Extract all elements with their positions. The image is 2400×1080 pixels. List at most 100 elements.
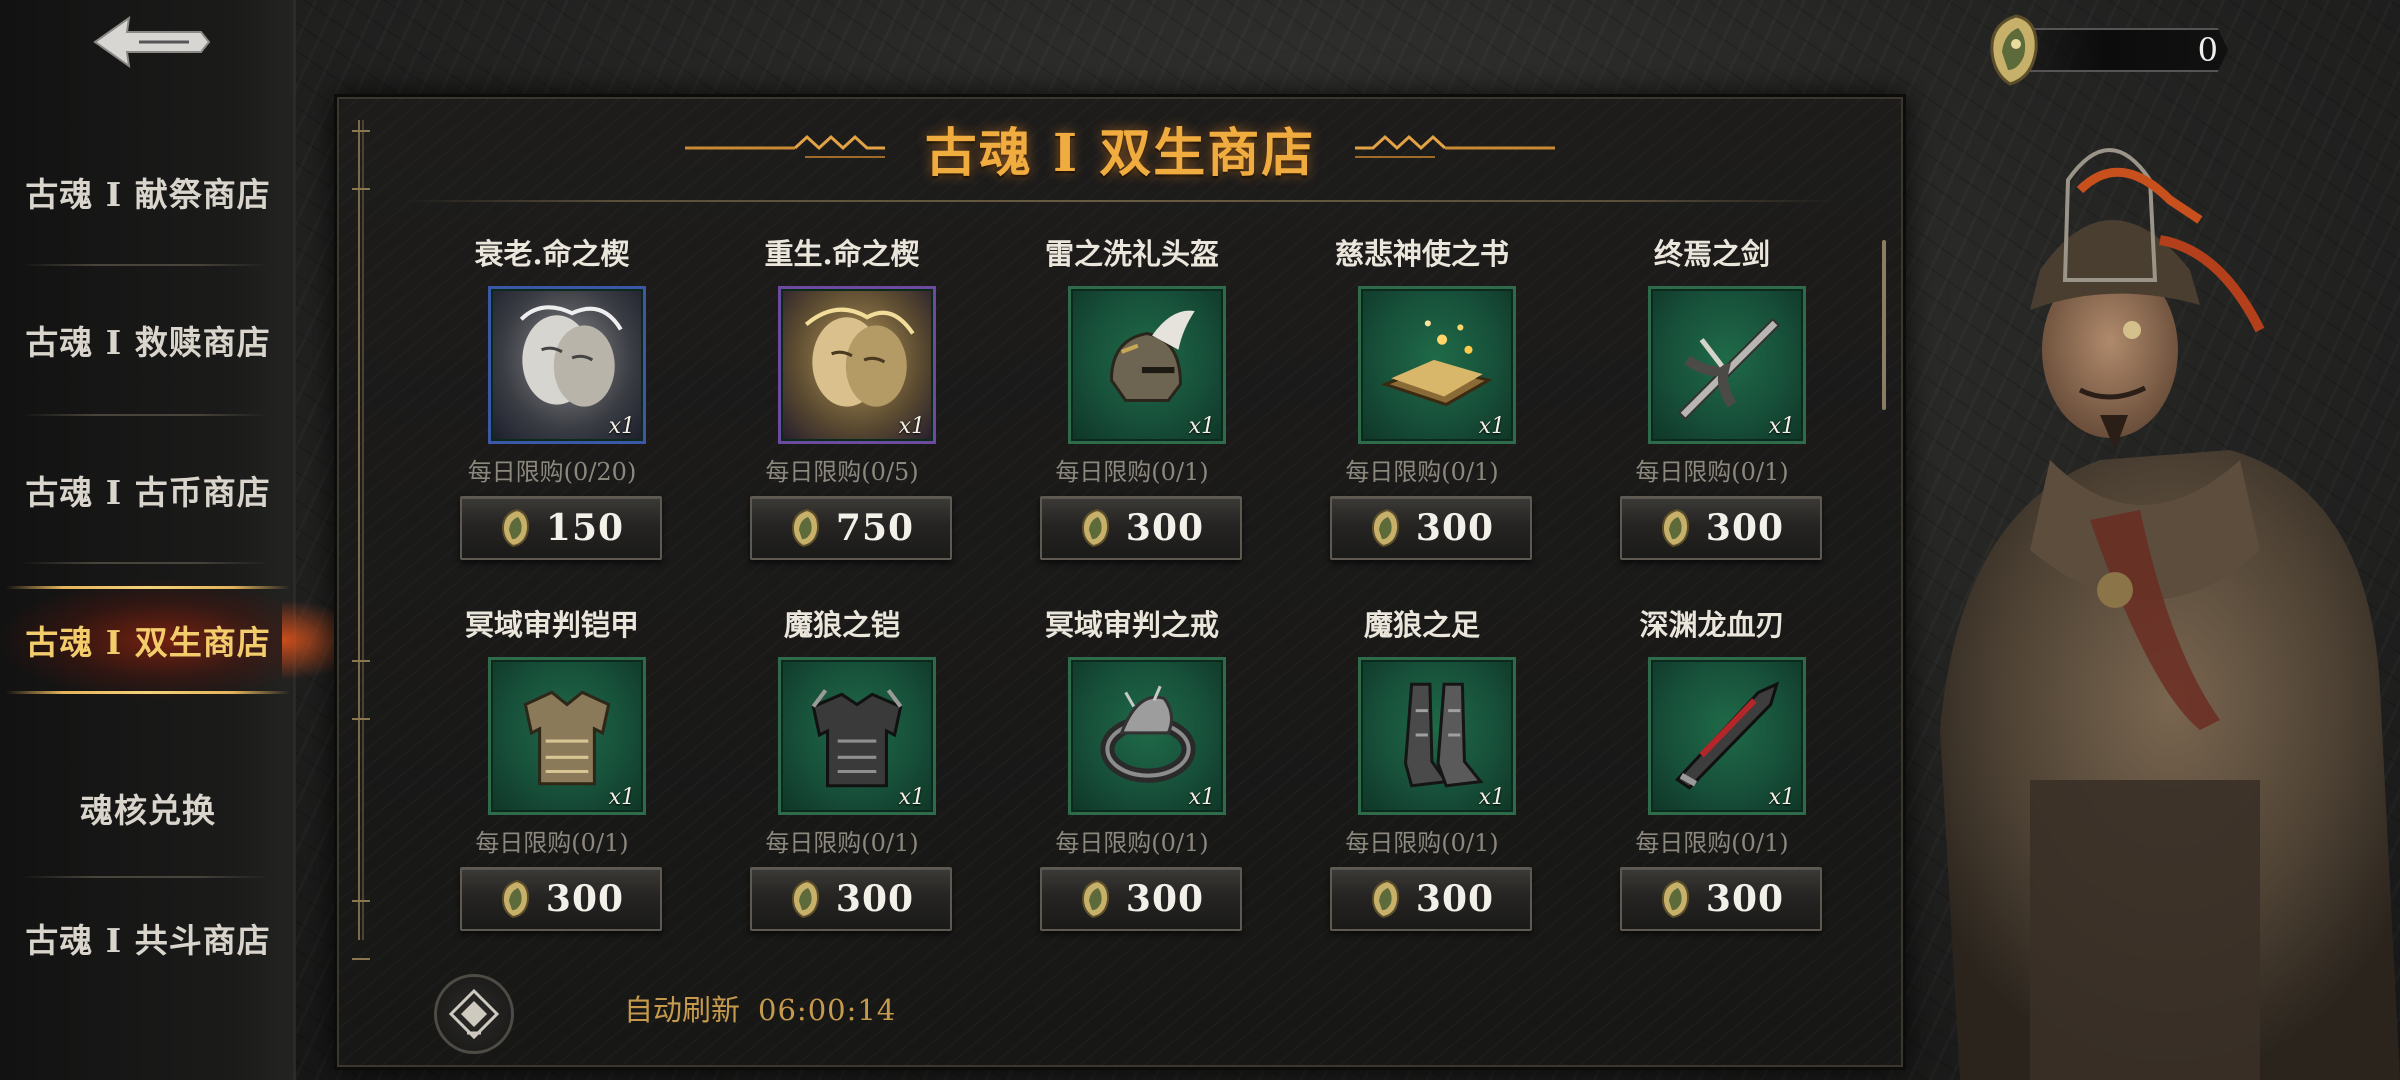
item-icon-frame[interactable]: x1 (778, 286, 936, 444)
ring-icon (1100, 685, 1196, 783)
item-price: 750 (835, 507, 915, 549)
buy-button[interactable]: 300 (1330, 496, 1532, 560)
item-icon-frame[interactable]: x1 (1648, 286, 1806, 444)
greaves-icon (1403, 682, 1484, 788)
blade-icon (1674, 681, 1780, 790)
soul-coin-icon (791, 879, 819, 919)
buy-button[interactable]: 300 (750, 867, 952, 931)
buy-button[interactable]: 750 (750, 496, 952, 560)
item-price: 300 (1415, 878, 1495, 920)
item-quantity: x1 (608, 785, 635, 810)
panel-rail (358, 120, 364, 940)
rail-ornament (352, 130, 370, 190)
nav-item-label: 魂核兑换 (80, 791, 216, 830)
nav-item-redemption-shop[interactable]: 古魂 I 救赎商店 (0, 280, 296, 400)
item-quantity: x1 (898, 414, 925, 439)
title-ornament-left (684, 134, 885, 158)
reborn-wedge-icon (804, 307, 915, 407)
nav-item-sacrifice-shop[interactable]: 古魂 I 献祭商店 (0, 132, 296, 252)
shop-item[interactable]: 魔狼之铠 x1 每日限购(0/1) 300 (722, 603, 962, 963)
core-exchange-button[interactable] (434, 974, 514, 1054)
item-name: 雷之洗礼头盔 (1044, 237, 1219, 271)
item-icon-frame[interactable]: x1 (1358, 286, 1516, 444)
buy-button[interactable]: 150 (460, 496, 662, 560)
item-icon-frame[interactable]: x1 (488, 286, 646, 444)
divider (20, 562, 270, 564)
sword-icon (1677, 317, 1781, 421)
item-name: 冥域审判铠甲 (464, 608, 639, 642)
item-price: 300 (545, 878, 625, 920)
currency-value: 0 (2197, 31, 2218, 69)
shop-item[interactable]: 雷之洗礼头盔 x1 每日限购(0/1) 300 (1012, 232, 1252, 592)
nav-item-label: 古魂 I 共斗商店 (25, 921, 271, 960)
item-list-scrollbar[interactable] (1882, 240, 1886, 410)
nav-item-label: 古魂 I 双生商店 (25, 623, 271, 662)
title-divider (400, 200, 1840, 202)
armor-icon (523, 690, 611, 786)
item-quantity: x1 (1188, 785, 1215, 810)
divider (20, 414, 270, 416)
item-icon-frame[interactable]: x1 (1648, 657, 1806, 815)
item-icon-frame[interactable]: x1 (1068, 657, 1226, 815)
item-icon-frame[interactable]: x1 (778, 657, 936, 815)
shop-item[interactable]: 深渊龙血刃 x1 每日限购(0/1) 300 (1592, 603, 1832, 963)
soul-coin-icon (501, 508, 529, 548)
item-icon-frame[interactable]: x1 (488, 657, 646, 815)
purchase-limit: 每日限购(0/1) (1345, 458, 1499, 486)
item-price: 300 (1705, 878, 1785, 920)
nav-item-label: 古魂 I 救赎商店 (25, 323, 271, 362)
shop-item[interactable]: 冥域审判铠甲 x1 每日限购(0/1) 300 (432, 603, 672, 963)
shop-item[interactable]: 冥域审判之戒 x1 每日限购(0/1) 300 (1012, 603, 1252, 963)
soul-coin-icon (1371, 879, 1399, 919)
purchase-limit: 每日限购(0/1) (1345, 829, 1499, 857)
shop-sidebar: 古魂 I 献祭商店 古魂 I 救赎商店 古魂 I 古币商店 古魂 I 双生商店 … (0, 0, 296, 1080)
back-button[interactable] (86, 10, 216, 74)
buy-button[interactable]: 300 (1040, 867, 1242, 931)
shop-item[interactable]: 重生.命之楔 x1 每日限购(0/5) 750 (722, 232, 962, 592)
divider (20, 264, 270, 266)
shop-title: 古魂 I 双生商店 (924, 122, 1316, 184)
back-arrow-icon (93, 15, 211, 69)
nav-item-coin-shop[interactable]: 古魂 I 古币商店 (0, 430, 296, 550)
nav-item-coop-shop[interactable]: 古魂 I 共斗商店 (0, 878, 296, 998)
item-quantity: x1 (608, 414, 635, 439)
buy-button[interactable]: 300 (1040, 496, 1242, 560)
rail-ornament (352, 900, 370, 960)
buy-button[interactable]: 300 (1620, 496, 1822, 560)
purchase-limit: 每日限购(0/1) (1635, 829, 1789, 857)
buy-button[interactable]: 300 (460, 867, 662, 931)
diamond-icon (448, 988, 500, 1040)
buy-button[interactable]: 300 (1620, 867, 1822, 931)
buy-button[interactable]: 300 (1330, 867, 1532, 931)
shop-item[interactable]: 慈悲神使之书 x1 每日限购(0/1) 300 (1302, 232, 1542, 592)
soul-coin-icon (791, 508, 819, 548)
book-icon (1380, 320, 1493, 407)
item-price: 300 (1125, 878, 1205, 920)
refresh-label: 自动刷新 (624, 993, 741, 1027)
nav-item-twin-shop[interactable]: 古魂 I 双生商店 (0, 580, 296, 700)
purchase-limit: 每日限购(0/1) (1055, 829, 1209, 857)
item-name: 终焉之剑 (1653, 237, 1770, 271)
item-price: 300 (1125, 507, 1205, 549)
item-price: 300 (1415, 507, 1495, 549)
purchase-limit: 每日限购(0/1) (475, 829, 629, 857)
item-name: 衰老.命之楔 (474, 237, 630, 271)
wolf-armor-icon (811, 689, 903, 788)
item-icon-frame[interactable]: x1 (1358, 657, 1516, 815)
shop-title-row: 古魂 I 双生商店 (660, 108, 1580, 188)
title-ornament-right (1355, 134, 1556, 158)
item-name: 重生.命之楔 (764, 237, 920, 271)
refresh-time: 06:00:14 (758, 993, 897, 1027)
soul-coin-icon (1661, 879, 1689, 919)
currency-display: 0 (1982, 8, 2246, 88)
item-name: 慈悲神使之书 (1334, 237, 1509, 271)
purchase-limit: 每日限购(0/5) (765, 458, 919, 486)
shop-item[interactable]: 衰老.命之楔 x1 每日限购(0/20) 150 (432, 232, 672, 592)
item-icon-frame[interactable]: x1 (1068, 286, 1226, 444)
soul-coin-icon (1661, 508, 1689, 548)
shop-item[interactable]: 魔狼之足 x1 每日限购(0/1) 300 (1302, 603, 1542, 963)
shop-item[interactable]: 终焉之剑 x1 每日限购(0/1) 300 (1592, 232, 1832, 592)
soul-coin-icon (1990, 14, 2038, 86)
nav-item-core-exchange[interactable]: 魂核兑换 (0, 748, 296, 868)
item-name: 冥域审判之戒 (1044, 608, 1219, 642)
